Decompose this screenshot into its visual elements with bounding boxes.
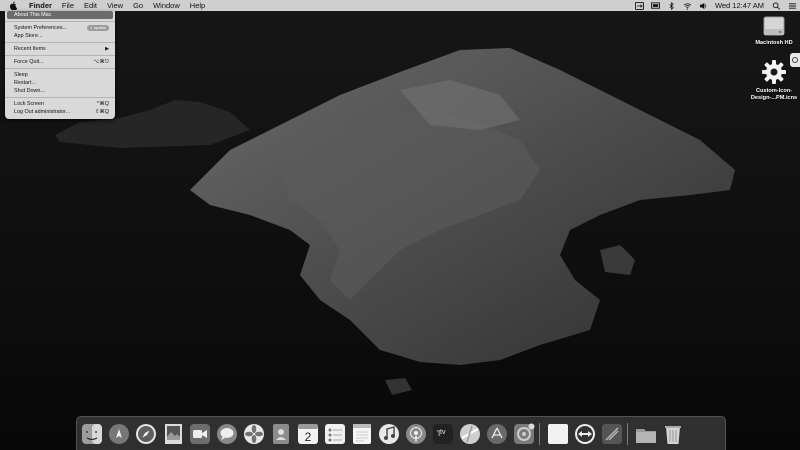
- trash-icon[interactable]: [662, 423, 684, 445]
- calendar-icon[interactable]: 2: [297, 423, 319, 445]
- menu-item-label: Restart...: [14, 80, 36, 86]
- menu-item-label: Recent Items: [14, 46, 46, 52]
- desktop-icon-macintosh-hd[interactable]: Macintosh HD: [750, 14, 798, 47]
- hard-drive-icon: [763, 14, 785, 38]
- system-preferences-icon[interactable]: [513, 423, 535, 445]
- menu-separator: [5, 21, 115, 22]
- spotlight-search-icon[interactable]: [770, 0, 782, 11]
- reminders-icon[interactable]: [324, 423, 346, 445]
- menu-finder[interactable]: Finder: [24, 0, 57, 11]
- app-store-icon[interactable]: [486, 423, 508, 445]
- desktop-wallpaper: [0, 0, 800, 450]
- menu-item-shut-down[interactable]: Shut Down...: [5, 87, 115, 95]
- menu-item-about-this-mac[interactable]: About This Mac: [7, 11, 113, 19]
- teamviewer-status-icon[interactable]: [634, 0, 646, 11]
- desktop-icon-icns-file[interactable]: Custom-Icon- Design-...PM.icns: [748, 58, 800, 102]
- desktop-icon-label-line: Custom-Icon-: [755, 88, 793, 94]
- blank-app-icon[interactable]: [547, 423, 569, 445]
- menu-item-label: Log Out administrator...: [14, 109, 71, 115]
- facetime-icon[interactable]: [189, 423, 211, 445]
- dock: 2 tv: [76, 416, 726, 450]
- notes-icon[interactable]: [351, 423, 373, 445]
- submenu-arrow-icon: ▶: [105, 46, 109, 52]
- apple-menu-icon[interactable]: [8, 0, 18, 11]
- menu-separator: [5, 55, 115, 56]
- utility-app-icon[interactable]: [601, 423, 623, 445]
- tv-icon[interactable]: tv: [432, 423, 454, 445]
- update-badge: 1 update: [87, 25, 109, 31]
- apple-menu-dropdown: About This Mac System Preferences... 1 u…: [5, 11, 115, 119]
- podcasts-icon[interactable]: [405, 423, 427, 445]
- menu-clock[interactable]: Wed 12:47 AM: [715, 1, 764, 10]
- menu-item-label: About This Mac: [14, 12, 52, 18]
- volume-icon[interactable]: [698, 0, 710, 11]
- menu-item-restart[interactable]: Restart...: [5, 79, 115, 87]
- menu-separator: [5, 68, 115, 69]
- menu-item-label: Sleep: [14, 72, 28, 78]
- calendar-day-label: 2: [304, 430, 312, 444]
- desktop-icon-label: Custom-Icon- Design-...PM.icns: [748, 88, 800, 102]
- menu-window[interactable]: Window: [148, 0, 185, 11]
- menu-item-log-out[interactable]: Log Out administrator... ⇧⌘Q: [5, 108, 115, 116]
- dock-separator: [539, 423, 540, 445]
- menu-view[interactable]: View: [102, 0, 128, 11]
- menu-item-label: App Store...: [14, 33, 43, 39]
- menu-item-label: Force Quit...: [14, 59, 44, 65]
- menu-file[interactable]: File: [57, 0, 79, 11]
- menu-item-label: System Preferences...: [14, 25, 68, 31]
- menu-item-app-store[interactable]: App Store...: [5, 32, 115, 40]
- desktop-icon-label: Macintosh HD: [755, 40, 793, 46]
- desktop-icon-label-line: Design-...PM.icns: [750, 95, 798, 101]
- shortcut-label: ⇧⌘Q: [94, 109, 109, 115]
- launchpad-icon[interactable]: [108, 423, 130, 445]
- shortcut-label: ^⌘Q: [96, 101, 109, 107]
- dock-separator: [627, 423, 628, 445]
- teamviewer-icon[interactable]: [574, 423, 596, 445]
- tv-label: tv: [440, 429, 446, 436]
- maps-icon[interactable]: [459, 423, 481, 445]
- gear-icon: [760, 58, 788, 86]
- bluetooth-icon[interactable]: [666, 0, 678, 11]
- menu-separator: [5, 42, 115, 43]
- menu-help[interactable]: Help: [185, 0, 210, 11]
- menu-item-label: Lock Screen: [14, 101, 44, 107]
- menu-item-force-quit[interactable]: Force Quit... ⌥⌘⎋: [5, 58, 115, 66]
- music-icon[interactable]: [378, 423, 400, 445]
- contacts-icon[interactable]: [270, 423, 292, 445]
- photo-preview-icon[interactable]: [162, 423, 184, 445]
- shortcut-label: ⌥⌘⎋: [93, 59, 109, 65]
- display-status-icon[interactable]: [650, 0, 662, 11]
- menu-item-label: Shut Down...: [14, 88, 45, 94]
- menu-bar: Finder File Edit View Go Window Help Wed…: [0, 0, 800, 11]
- menu-separator: [5, 97, 115, 98]
- messages-icon[interactable]: [216, 423, 238, 445]
- photos-icon[interactable]: [243, 423, 265, 445]
- finder-icon[interactable]: [81, 423, 103, 445]
- menu-item-lock-screen[interactable]: Lock Screen ^⌘Q: [5, 100, 115, 108]
- wifi-icon[interactable]: [682, 0, 694, 11]
- menu-item-sleep[interactable]: Sleep: [5, 71, 115, 79]
- menu-edit[interactable]: Edit: [79, 0, 102, 11]
- menu-item-recent-items[interactable]: Recent Items ▶: [5, 45, 115, 53]
- safari-icon[interactable]: [135, 423, 157, 445]
- menu-item-system-preferences[interactable]: System Preferences... 1 update: [5, 24, 115, 32]
- notification-center-icon[interactable]: [786, 0, 798, 11]
- downloads-folder-icon[interactable]: [635, 423, 657, 445]
- menu-go[interactable]: Go: [128, 0, 148, 11]
